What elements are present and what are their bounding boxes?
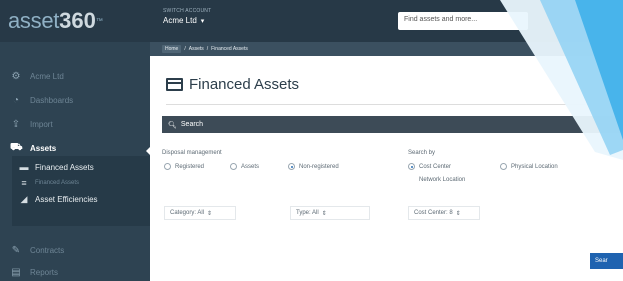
breadcrumb-separator: / (184, 46, 186, 52)
sidebar-item-label: Dashboards (30, 95, 74, 105)
radio-assets[interactable]: Assets (230, 163, 259, 170)
radio-physical-location[interactable]: Physical Location (500, 163, 558, 170)
sort-icon: ⇕ (455, 210, 461, 217)
sidebar-item-label: Import (30, 119, 53, 129)
radio-label: Registered (175, 163, 205, 170)
breadcrumb-assets[interactable]: Assets (189, 46, 204, 52)
sidebar-subitem-label: Financed Assets (35, 180, 80, 186)
sidebar-item-label: Reports (30, 267, 59, 277)
wrench-icon: ✎ (11, 244, 21, 256)
sidebar-subitem-label: Financed Assets (35, 162, 94, 172)
radio-label: Physical Location (511, 163, 558, 170)
radio-dot (500, 163, 507, 170)
cost-center-select[interactable]: Cost Center: 8 ⇕ (408, 206, 480, 220)
category-select[interactable]: Category: All ⇕ (164, 206, 236, 220)
sidebar-item-label: Assets (30, 143, 57, 153)
radio-dot (288, 163, 295, 170)
sidebar: ⚙ Acme Ltd ◔ Dashboards ⇪ Import ⛟ Asset… (0, 42, 150, 281)
radio-dot (230, 163, 237, 170)
radio-dot (408, 163, 415, 170)
search-panel-header[interactable]: 🔍︎ Search (162, 116, 623, 133)
sidebar-item-contracts[interactable]: ✎ Contracts (0, 238, 150, 262)
sidebar-item-label: Acme Ltd (30, 71, 64, 81)
sort-icon: ⇕ (321, 210, 327, 217)
chart-icon: ◢ (20, 193, 28, 204)
sidebar-item-reports[interactable]: ▤ Reports (0, 260, 150, 281)
sidebar-item-label: Contracts (30, 245, 65, 255)
disposal-management-label: Disposal management (162, 150, 222, 156)
breadcrumb-separator: / (206, 46, 209, 52)
chevron-down-icon: ▾ (200, 17, 205, 25)
type-select-value: Type: All (296, 210, 319, 216)
cost-center-select-value: Cost Center: 8 (414, 210, 453, 216)
breadcrumb-home[interactable]: Home (162, 45, 182, 53)
page-title: Financed Assets (189, 76, 300, 93)
radio-network-location[interactable]: Network Location (408, 176, 465, 183)
account-name-row[interactable]: Acme Ltd ▾ (163, 16, 211, 25)
breadcrumb-current: Financed Assets (211, 46, 248, 52)
credit-card-icon (166, 78, 183, 91)
logo-asset-text: asset (8, 8, 60, 33)
sidebar-item-account[interactable]: ⚙ Acme Ltd (0, 64, 150, 88)
account-caption: SWITCH ACCOUNT (163, 8, 212, 14)
car-icon: ⛟ (10, 141, 23, 153)
sidebar-item-dashboards[interactable]: ◔ Dashboards (0, 88, 150, 112)
gear-icon: ⚙ (11, 70, 21, 82)
radio-label: Network Location (419, 176, 466, 183)
account-switcher[interactable]: SWITCH ACCOUNT Acme Ltd ▾ (163, 8, 211, 25)
sidebar-item-import[interactable]: ⇪ Import (0, 112, 150, 136)
breadcrumb: Home / Assets / Financed Assets (150, 42, 623, 56)
report-icon: ▤ (11, 266, 21, 278)
radio-dot (164, 163, 171, 170)
divider (166, 104, 623, 105)
search-icon: 🔍︎ (168, 121, 177, 129)
radio-label: Cost Center (419, 163, 452, 170)
top-bar: asset 360 ™ SWITCH ACCOUNT Acme Ltd ▾ Find… (0, 0, 623, 42)
radio-cost-center[interactable]: Cost Center (408, 163, 451, 170)
account-name: Acme Ltd (163, 16, 197, 25)
sidebar-subitem-asset-efficiencies[interactable]: ◢ Asset Efficiencies (18, 190, 150, 208)
list-icon: ≡ (21, 178, 27, 188)
logo-360-text: 360 (59, 8, 96, 33)
logo[interactable]: asset 360 ™ (0, 0, 150, 42)
page-header: Financed Assets (166, 76, 299, 93)
dashboard-icon: ◔ (12, 94, 20, 106)
sort-icon: ⇕ (207, 210, 213, 217)
main-content: Financed Assets 🔍︎ Search Disposal manag… (150, 56, 623, 281)
sidebar-subitem-label: Asset Efficiencies (35, 194, 98, 204)
global-search-input[interactable]: Find assets and more... (398, 12, 528, 30)
category-select-value: Category: All (170, 210, 205, 216)
radio-label: Assets (241, 163, 260, 170)
search-panel-label: Search (180, 121, 204, 128)
search-button[interactable]: Sear (590, 253, 623, 269)
card-icon: ▬ (19, 162, 29, 172)
search-by-label: Search by (408, 150, 436, 156)
upload-icon: ⇪ (11, 118, 21, 130)
type-select[interactable]: Type: All ⇕ (290, 206, 370, 220)
logo-trademark: ™ (95, 17, 103, 25)
radio-registered[interactable]: Registered (164, 163, 204, 170)
radio-non-registered[interactable]: Non-registered (288, 163, 339, 170)
radio-label: Non-registered (299, 163, 339, 170)
